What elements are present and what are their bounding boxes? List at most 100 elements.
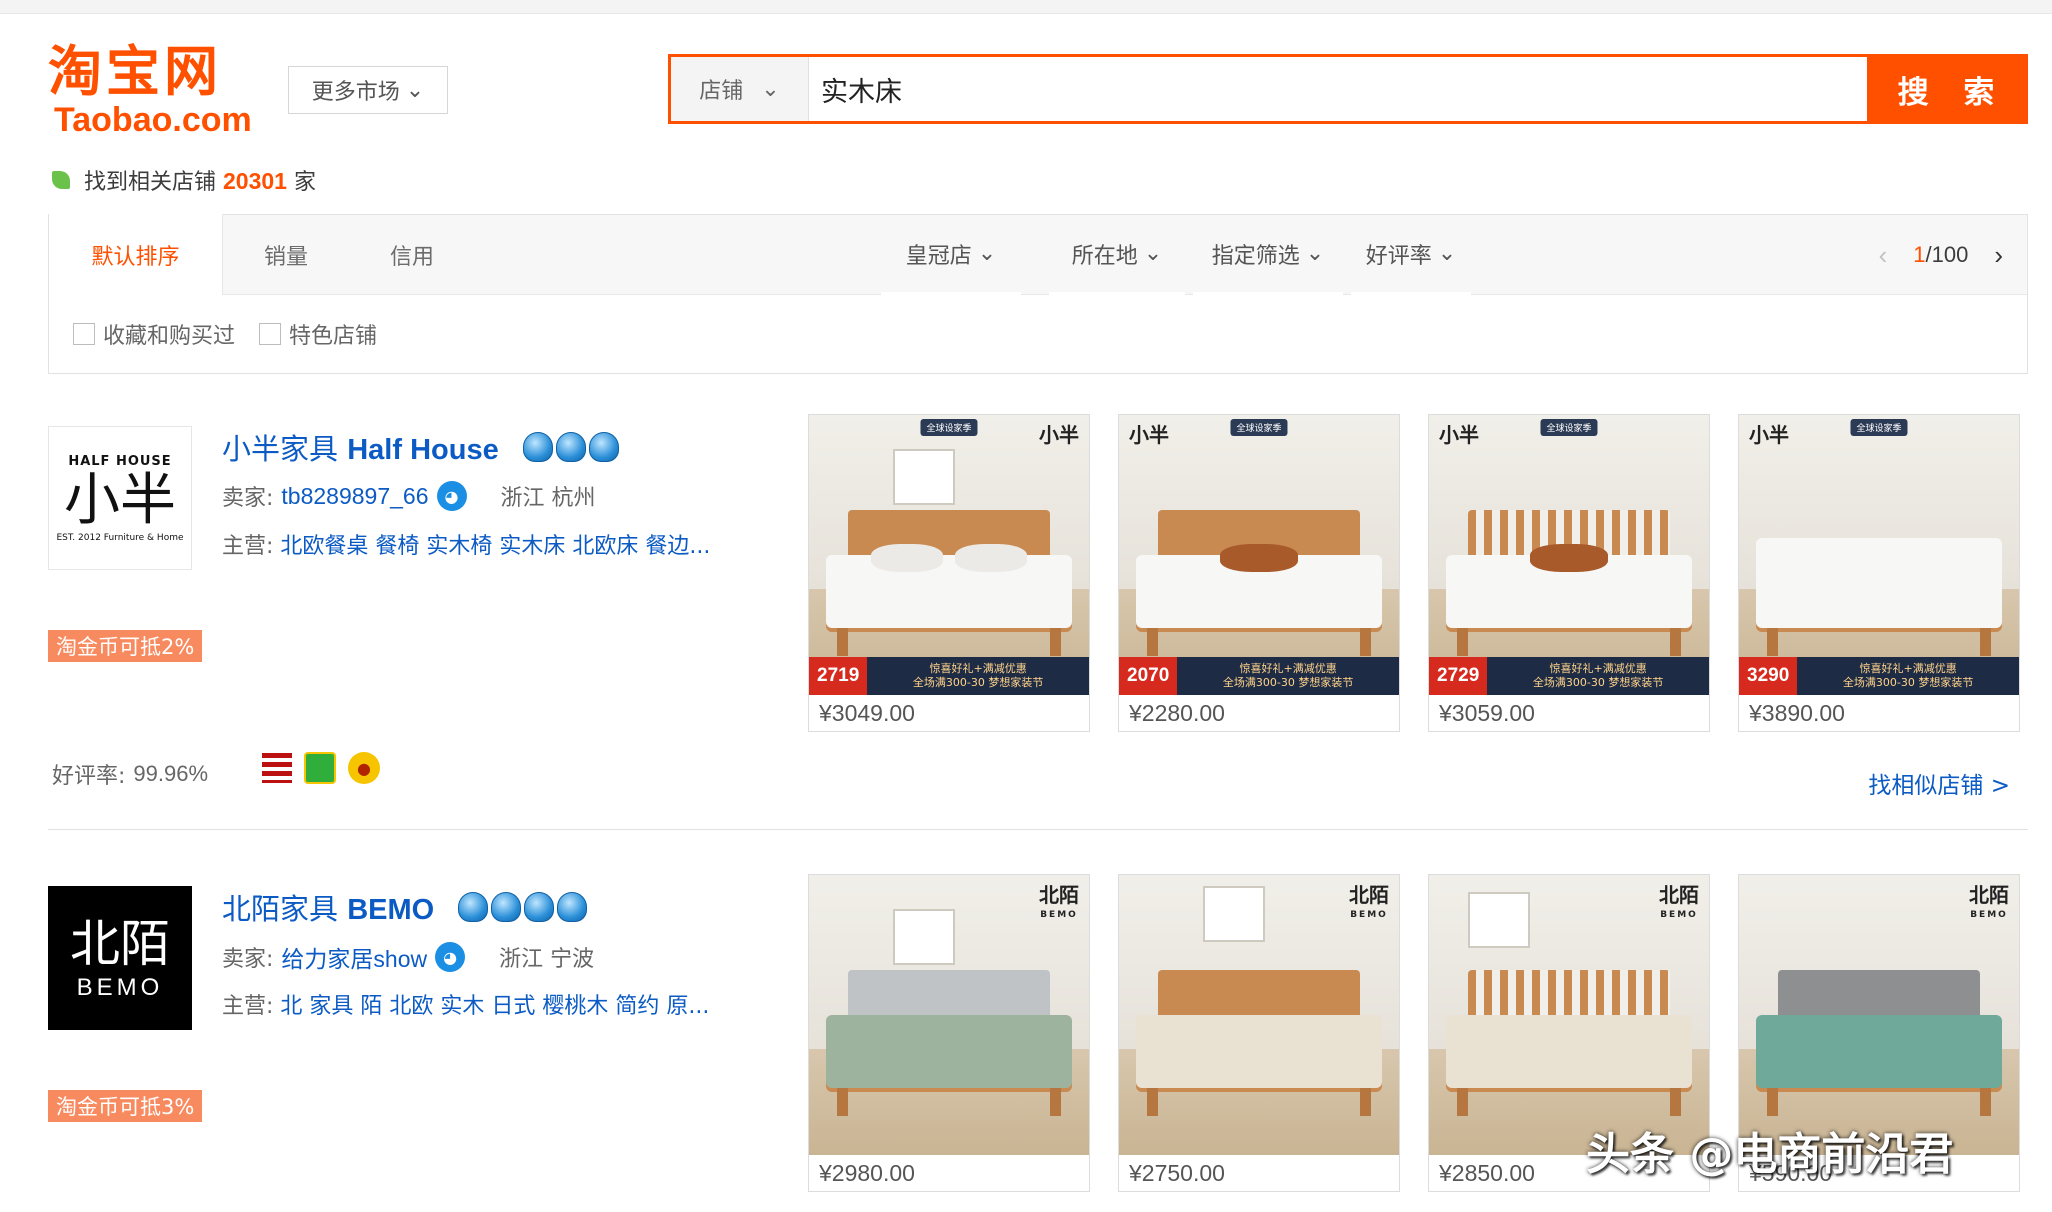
promo-banner: 2719 惊喜好礼+满减优惠 全场满300-30 梦想家装节 xyxy=(809,657,1089,695)
banner-line1: 惊喜好礼+满减优惠 xyxy=(1239,662,1337,675)
product-image[interactable]: 全球设家季 小半 3290 惊喜好礼+满减优惠 全场满300-30 梦想家装节 xyxy=(1739,415,2019,695)
crown-icon xyxy=(491,892,522,922)
product-image[interactable]: 全球设家季 小半 2729 惊喜好礼+满减优惠 全场满300-30 梦想家装节 xyxy=(1429,415,1709,695)
specified-filter-dropdown[interactable]: 指定筛选 ⌄ xyxy=(1193,215,1343,295)
product-image[interactable]: 北陌 BEMO xyxy=(1429,875,1709,1155)
product-price: ¥3890.00 xyxy=(1749,699,1845,726)
brand-cn: 北陌 xyxy=(1969,883,2009,907)
seller-link[interactable]: tb8289897_66 xyxy=(281,483,428,510)
dropdown-label: 所在地 xyxy=(1071,243,1138,269)
banner-fest: 梦想家装节 xyxy=(1298,676,1354,689)
tab-credit[interactable]: 信用 xyxy=(349,215,475,295)
product-card[interactable]: 全球设家季 小半 2070 惊喜好礼+满减优惠 全场满300-30 梦想家装节 ¥… xyxy=(1118,414,1400,732)
banner-fest: 梦想家装节 xyxy=(1608,676,1664,689)
logo-cn: 淘宝网 xyxy=(48,40,222,103)
tab-default-sort[interactable]: 默认排序 xyxy=(49,214,223,295)
promo-tag: 全球设家季 xyxy=(1850,419,1908,436)
checkbox-label: 特色店铺 xyxy=(289,324,378,349)
crown-icon xyxy=(522,432,553,462)
promo-banner: 3290 惊喜好礼+满减优惠 全场满300-30 梦想家装节 xyxy=(1739,657,2019,695)
banner-line2: 全场满300-30 xyxy=(1222,676,1295,689)
next-page-icon[interactable]: › xyxy=(1994,240,2003,271)
product-image[interactable]: 全球设家季 小半 2070 惊喜好礼+满减优惠 全场满300-30 梦想家装节 xyxy=(1119,415,1399,695)
tab-sales[interactable]: 销量 xyxy=(223,215,349,295)
brand-en: BEMO xyxy=(1660,910,1698,920)
consumer-protection-icon[interactable] xyxy=(304,752,336,784)
result-count: 20301 xyxy=(223,168,287,194)
search-input[interactable] xyxy=(809,57,1867,121)
wangwang-chat-icon[interactable]: ◕ xyxy=(435,942,466,972)
product-price: ¥2280.00 xyxy=(1129,699,1225,726)
logo-main-text: 北陌 xyxy=(70,915,170,973)
main-label: 主营: xyxy=(222,534,274,559)
favorited-purchased-checkbox[interactable]: 收藏和购买过 xyxy=(73,318,235,350)
crown-shop-dropdown[interactable]: 皇冠店 ⌄ xyxy=(881,215,1021,295)
checkbox-box[interactable] xyxy=(73,323,95,345)
search-type-label: 店铺 xyxy=(699,79,744,104)
leaf-icon xyxy=(52,171,70,189)
brand-tag: 北陌 BEMO xyxy=(1659,885,1699,925)
product-card[interactable]: 全球设家季 小半 3290 惊喜好礼+满减优惠 全场满300-30 梦想家装节 ¥… xyxy=(1738,414,2020,732)
search-type-select[interactable]: 店铺 ⌄ xyxy=(671,57,809,121)
service-badges: ● xyxy=(262,752,380,784)
search-button[interactable]: 搜 索 xyxy=(1867,57,2025,121)
result-suffix: 家 xyxy=(293,170,316,195)
shop-logo[interactable]: HALF HOUSE 小半 EST. 2012 Furniture & Home xyxy=(48,426,192,570)
logo-bottom-text: EST. 2012 Furniture & Home xyxy=(56,532,184,543)
shop-name-link[interactable]: 小半家具 Half House xyxy=(222,426,619,468)
brand-en: BEMO xyxy=(1040,910,1078,920)
main-business: 主营: 北 家具 陌 北欧 实木 日式 樱桃木 简约 原... xyxy=(222,988,762,1020)
product-card[interactable]: 北陌 BEMO ¥2750.00 xyxy=(1118,874,1400,1192)
striped-badge-icon[interactable] xyxy=(262,753,292,783)
dropdown-label: 指定筛选 xyxy=(1211,243,1300,269)
product-card[interactable]: 全球设家季 小半 2729 惊喜好礼+满减优惠 全场满300-30 梦想家装节 ¥… xyxy=(1428,414,1710,732)
main-keywords[interactable]: 北欧餐桌 餐椅 实木椅 实木床 北欧床 餐边... xyxy=(280,534,710,559)
product-image[interactable]: 北陌 BEMO xyxy=(1119,875,1399,1155)
crown-icon xyxy=(458,892,489,922)
seller-line: 卖家: tb8289897_66 ◕ 浙江 杭州 xyxy=(222,480,596,512)
dropdown-label: 皇冠店 xyxy=(905,243,972,269)
logo-en: Taobao.com xyxy=(54,101,252,139)
seller-link[interactable]: 给力家居show xyxy=(281,940,427,974)
gold-seller-icon[interactable]: ● xyxy=(348,752,380,784)
wall-art xyxy=(1203,886,1265,943)
brand-en: BEMO xyxy=(1970,910,2008,920)
wangwang-chat-icon[interactable]: ◕ xyxy=(436,481,467,511)
product-image[interactable]: 北陌 BEMO xyxy=(809,875,1089,1155)
chevron-down-icon: ⌄ xyxy=(761,76,780,102)
banner-price: 2719 xyxy=(809,657,868,695)
prev-page-icon[interactable]: ‹ xyxy=(1879,240,1888,271)
main-keywords[interactable]: 北 家具 陌 北欧 实木 日式 樱桃木 简约 原... xyxy=(280,994,709,1019)
product-image[interactable]: 北陌 BEMO xyxy=(1739,875,2019,1155)
shop-name-link[interactable]: 北陌家具 BEMO xyxy=(222,886,588,928)
checkbox-box[interactable] xyxy=(259,323,282,345)
brand-tag: 小半 xyxy=(1039,423,1079,447)
shop-logo[interactable]: 北陌 BEMO xyxy=(48,886,192,1030)
featured-shop-checkbox[interactable]: 特色店铺 xyxy=(259,318,377,350)
filter-panel: 默认排序 销量 信用 皇冠店 ⌄ 所在地 ⌄ 指定筛选 ⌄ 好评率 ⌄ ‹ 1/… xyxy=(48,214,2028,374)
taobao-logo[interactable]: 淘宝网 Taobao.com xyxy=(48,40,260,139)
search-bar: 店铺 ⌄ 搜 索 xyxy=(668,54,2028,124)
more-markets-label: 更多市场 xyxy=(311,80,400,105)
product-image[interactable]: 全球设家季 小半 2719 惊喜好礼+满减优惠 全场满300-30 梦想家装节 xyxy=(809,415,1089,695)
page-total: /100 xyxy=(1925,242,1969,267)
find-similar-shops-link[interactable]: 找相似店铺 > xyxy=(1868,766,2010,800)
shop-name-cn: 小半家具 xyxy=(222,432,339,466)
product-card[interactable]: 北陌 BEMO ¥2980.00 xyxy=(808,874,1090,1192)
promo-tag: 全球设家季 xyxy=(1540,419,1598,436)
shop-name-cn: 北陌家具 xyxy=(222,892,339,926)
promo-banner: 2729 惊喜好礼+满减优惠 全场满300-30 梦想家装节 xyxy=(1429,657,1709,695)
rate-value: 99.96% xyxy=(133,761,209,786)
logo-top-text: HALF HOUSE xyxy=(68,453,172,469)
wall-art xyxy=(893,908,955,965)
banner-fest: 梦想家装节 xyxy=(1918,676,1974,689)
crown-rating xyxy=(458,892,588,922)
more-markets-dropdown[interactable]: 更多市场 ⌄ xyxy=(288,66,448,114)
product-card[interactable]: 全球设家季 小半 2719 惊喜好礼+满减优惠 全场满300-30 梦想家装节 ¥… xyxy=(808,414,1090,732)
bed-mattress xyxy=(1135,1015,1383,1088)
chevron-down-icon: ⌄ xyxy=(977,241,997,266)
logo-bottom-text: BEMO xyxy=(76,974,164,1001)
product-price: ¥3059.00 xyxy=(1439,699,1535,726)
location-dropdown[interactable]: 所在地 ⌄ xyxy=(1049,215,1185,295)
rating-dropdown[interactable]: 好评率 ⌄ xyxy=(1351,215,1471,295)
